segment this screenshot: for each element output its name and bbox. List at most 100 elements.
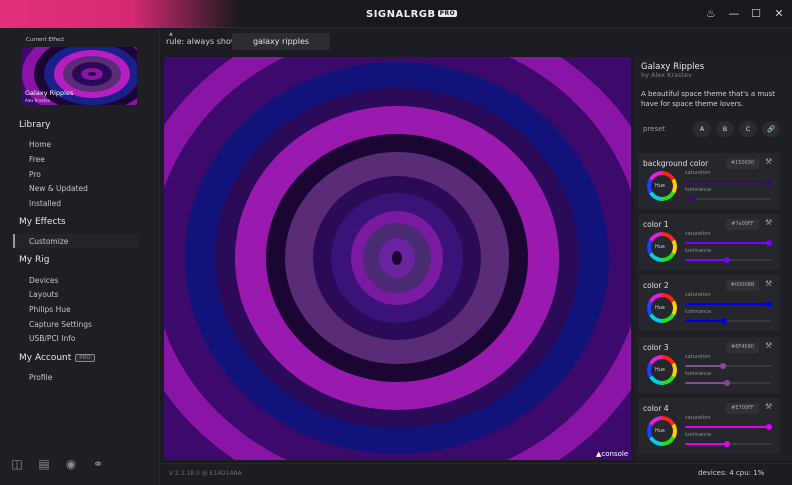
color-card: color 2 #0000BB ⚒ Hue saturation luminance [638,275,780,331]
saturation-label: saturation [685,415,711,421]
close-icon[interactable]: ✕ [771,6,787,22]
color-hex-field[interactable]: #6F4580 [726,342,759,353]
hue-label: Hue [655,183,666,189]
nav-layouts[interactable]: Layouts [29,290,58,299]
luminance-label: luminance [685,432,712,438]
nav-pro[interactable]: Pro [29,170,41,179]
eyedropper-icon[interactable]: ⚒ [765,341,772,350]
support-icon[interactable]: ⚭ [91,457,105,471]
hue-label: Hue [655,305,666,311]
effect-selector[interactable]: galaxy ripples [232,33,330,50]
minimize-icon[interactable]: — [726,6,742,22]
luminance-label: luminance [685,187,712,193]
version-text: V 2.3.18.0 @ E14D14AA [169,470,242,477]
saturation-knob[interactable] [766,424,772,430]
saturation-label: saturation [685,292,711,298]
saturation-slider[interactable] [685,179,772,185]
saturation-label: saturation [685,231,711,237]
luminance-knob[interactable] [724,441,730,447]
thumb-author: Alex Krastev [25,98,51,103]
library-icon[interactable]: ▤ [37,457,51,471]
library-section: Library [19,120,51,130]
luminance-knob[interactable] [721,318,727,324]
nav-usb-pci-info[interactable]: USB/PCI Info [29,334,75,343]
sidebar: Current Effect Galaxy Ripples Alex Krast… [0,28,160,485]
my-rig-section: My Rig [19,255,50,265]
discord-icon[interactable]: ◉ [64,457,78,471]
effect-author: by Alex Krastev [641,71,692,79]
eyedropper-icon[interactable]: ⚒ [765,402,772,411]
color-card-title: color 1 [643,220,669,229]
thumb-title: Galaxy Ripples [25,89,74,97]
my-account-section: My Account PRO [19,353,95,363]
color-hex-field[interactable]: #0000BB [726,280,759,291]
nav-capture-settings[interactable]: Capture Settings [29,320,92,329]
preset-a-button[interactable]: A [693,121,711,137]
luminance-label: luminance [685,248,712,254]
color-card-title: color 3 [643,343,669,352]
luminance-label: luminance [685,371,712,377]
color-card: background color #150030 ⚒ Hue saturation lum… [638,153,780,209]
pro-badge: PRO [437,10,458,17]
color-card: color 1 #7a00FF ⚒ Hue saturation luminance [638,214,780,270]
console-toggle[interactable]: ▲console [596,450,628,458]
nav-customize[interactable]: Customize [29,237,68,246]
saturation-slider[interactable] [685,240,772,246]
nav-free[interactable]: Free [29,155,45,164]
color-card: color 3 #6F4580 ⚒ Hue saturation luminance [638,337,780,393]
eyedropper-icon[interactable]: ⚒ [765,218,772,227]
color-card: color 4 #E700FF ⚒ Hue saturation luminance [638,398,780,454]
nav-philips-hue[interactable]: Philips Hue [29,305,71,314]
my-effects-section: My Effects [19,217,66,227]
saturation-slider[interactable] [685,424,772,430]
luminance-slider[interactable] [685,318,771,324]
saturation-knob[interactable] [766,240,772,246]
nav-installed[interactable]: Installed [29,199,61,208]
maximize-icon[interactable]: ☐ [748,6,764,22]
app-brand: SIGNALRGB PRO [366,9,458,20]
link-icon[interactable]: 🔗 [762,121,780,137]
account-pro-badge: PRO [75,354,95,362]
saturation-slider[interactable] [685,363,771,369]
preset-b-button[interactable]: B [716,121,734,137]
luminance-slider[interactable] [685,380,771,386]
saturation-slider[interactable] [685,301,772,307]
saturation-knob[interactable] [720,363,726,369]
luminance-knob[interactable] [724,380,730,386]
eyedropper-icon[interactable]: ⚒ [765,157,772,166]
saturation-label: saturation [685,170,711,176]
luminance-slider[interactable] [685,257,771,263]
color-card-title: background color [643,159,709,168]
luminance-knob[interactable] [724,257,730,263]
preset-c-button[interactable]: C [739,121,757,137]
current-effect-thumbnail[interactable]: Galaxy Ripples Alex Krastev [22,47,137,105]
luminance-slider[interactable] [685,441,771,447]
effect-description: A beautiful space theme that's a must ha… [641,90,776,108]
eyedropper-icon[interactable]: ⚒ [765,279,772,288]
title-accent-gradient [0,0,240,28]
rule-text[interactable]: rule: always show [166,37,237,46]
saturation-label: saturation [685,354,711,360]
color-hex-field[interactable]: #150030 [726,158,759,169]
current-effect-label: Current Effect [26,37,65,43]
luminance-knob[interactable] [690,196,696,202]
luminance-label: luminance [685,309,712,315]
book-icon[interactable]: ◫ [10,457,24,471]
color-hex-field[interactable]: #E700FF [726,403,759,414]
hue-label: Hue [655,428,666,434]
effect-preview-canvas[interactable] [164,57,631,460]
nav-devices[interactable]: Devices [29,276,59,285]
hue-label: Hue [655,244,666,250]
nav-home[interactable]: Home [29,140,51,149]
luminance-slider[interactable] [685,196,771,202]
color-card-title: color 2 [643,281,669,290]
preset-label: preset [643,125,666,133]
color-hex-field[interactable]: #7a00FF [726,219,759,230]
saturation-knob[interactable] [766,179,772,185]
notifications-icon[interactable]: ♨ [703,6,719,22]
nav-profile[interactable]: Profile [29,373,52,382]
saturation-knob[interactable] [766,301,772,307]
nav-new-updated[interactable]: New & Updated [29,184,88,193]
devices-cpu-status: devices: 4 cpu: 1% [698,469,765,477]
color-card-title: color 4 [643,404,669,413]
